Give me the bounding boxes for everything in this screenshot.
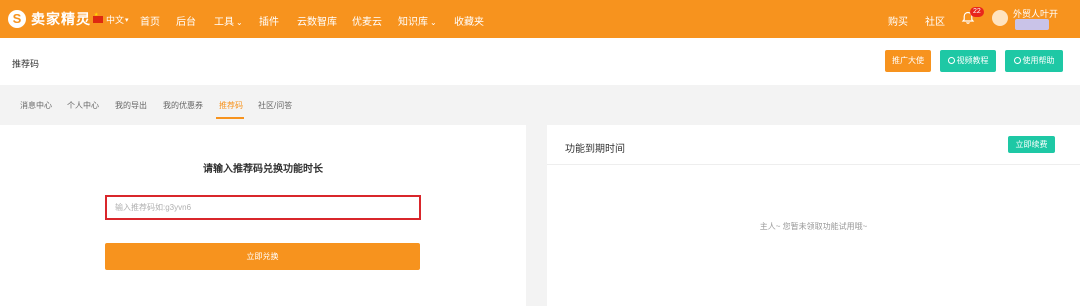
language-selector[interactable]: 中文 ▾ (93, 12, 129, 26)
expiry-panel (547, 125, 1080, 306)
notification-badge: 22 (970, 7, 984, 17)
top-nav-bar: S 卖家精灵 中文 ▾ 首页 后台 工具⌄ 插件 云数智库 优麦云 知识库⌄ 收… (0, 0, 1080, 38)
logo[interactable]: S 卖家精灵 (8, 9, 91, 29)
nav-item-home[interactable]: 首页 (140, 13, 160, 28)
chevron-down-icon: ⌄ (430, 18, 437, 27)
expiry-title: 功能到期时间 (565, 144, 625, 155)
clock-icon (1013, 57, 1021, 64)
tab-my-coupons[interactable]: 我的优惠券 (163, 100, 203, 111)
tab-my-exports[interactable]: 我的导出 (115, 100, 147, 111)
video-tutorial-button[interactable]: 视频教程 (940, 50, 996, 72)
divider (547, 164, 1080, 165)
tab-community-qa[interactable]: 社区/问答 (258, 100, 292, 111)
renew-now-button[interactable]: 立即续费 (1008, 136, 1055, 153)
play-circle-icon (947, 57, 955, 64)
nav-community[interactable]: 社区 (925, 13, 945, 28)
nav-item-backend[interactable]: 后台 (176, 13, 196, 28)
brand-name: 卖家精灵 (31, 11, 91, 27)
nav-item-tools[interactable]: 工具 ⌄ (214, 13, 243, 28)
nav-item-knowledge-base[interactable]: 知识库 ⌄ (398, 13, 437, 28)
nav-item-cloud-library[interactable]: 云数智库 (297, 13, 337, 28)
promo-ambassador-button[interactable]: 推广大使 (885, 50, 931, 72)
active-tab-indicator (216, 117, 244, 119)
user-level-badge (1015, 19, 1049, 30)
chevron-down-icon: ▾ (125, 16, 129, 24)
nav-item-youmaiyun[interactable]: 优麦云 (352, 13, 382, 28)
tab-personal-center[interactable]: 个人中心 (67, 100, 99, 111)
empty-state-message: 主人~ 您暂未领取功能试用哦~ (759, 222, 868, 231)
exchange-title: 请输入推荐码兑换功能时长 (203, 164, 323, 175)
nav-buy[interactable]: 购买 (888, 13, 908, 28)
page-title: 推荐码 (12, 59, 40, 69)
logo-icon: S (8, 10, 26, 28)
tab-message-center[interactable]: 消息中心 (20, 100, 52, 111)
nav-item-plugins[interactable]: 插件 (259, 13, 279, 28)
tab-referral-code[interactable]: 推荐码 (219, 100, 243, 111)
avatar[interactable] (992, 10, 1008, 26)
help-button[interactable]: 使用帮助 (1005, 50, 1063, 72)
nav-item-favorites[interactable]: 收藏夹 (454, 13, 484, 28)
china-flag-icon (93, 12, 103, 23)
chevron-down-icon: ⌄ (236, 18, 243, 27)
referral-code-input[interactable] (105, 195, 421, 220)
redeem-now-button[interactable]: 立即兑换 (105, 243, 420, 270)
language-label: 中文 (106, 15, 125, 25)
